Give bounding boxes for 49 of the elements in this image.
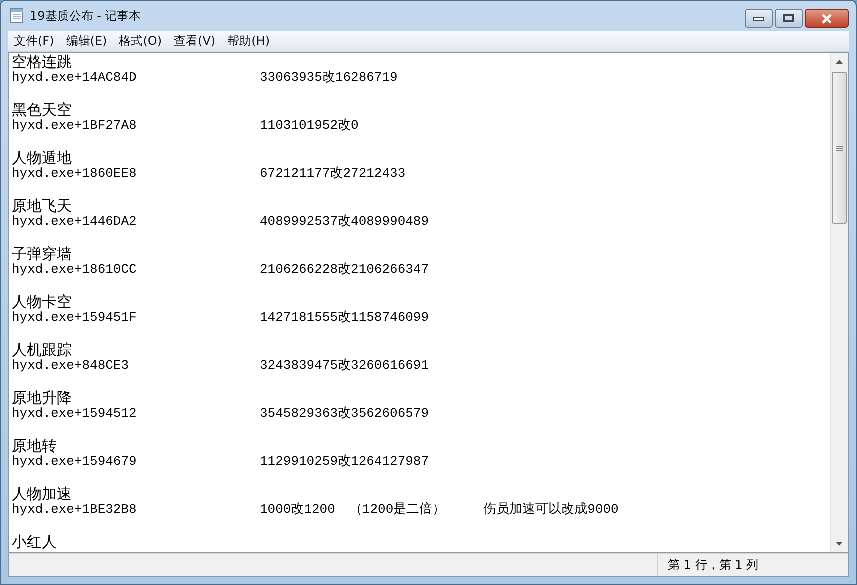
memory-address: hyxd.exe+1594512 bbox=[12, 406, 138, 422]
close-button[interactable] bbox=[805, 9, 849, 28]
value-change: 2106266228改2106266347 bbox=[260, 262, 430, 278]
value-change: 672121177改27212433 bbox=[260, 166, 406, 182]
maximize-button[interactable] bbox=[775, 9, 803, 28]
entry-title: 人物遁地 bbox=[12, 150, 72, 166]
menu-item[interactable]: 查看(V) bbox=[168, 32, 222, 50]
memory-address: hyxd.exe+1BE32B8 bbox=[12, 502, 138, 518]
value-change: 4089992537改4089990489 bbox=[260, 214, 430, 230]
memory-address: hyxd.exe+1BF27A8 bbox=[12, 118, 138, 134]
entry-title: 原地转 bbox=[12, 438, 57, 454]
entry-title: 原地飞天 bbox=[12, 198, 72, 214]
memory-address: hyxd.exe+1446DA2 bbox=[12, 214, 138, 230]
entry-title: 黑色天空 bbox=[12, 102, 72, 118]
entry-title: 人物加速 bbox=[12, 486, 72, 502]
memory-address: hyxd.exe+14AC84D bbox=[12, 70, 138, 86]
scroll-thumb[interactable] bbox=[832, 72, 847, 224]
entry-title: 原地升降 bbox=[12, 390, 72, 406]
memory-address: hyxd.exe+848CE3 bbox=[12, 358, 130, 374]
minimize-icon bbox=[753, 16, 765, 22]
close-icon bbox=[821, 14, 833, 24]
entry-title: 人物卡空 bbox=[12, 294, 72, 310]
window-title: 19基质公布 - 记事本 bbox=[30, 8, 142, 24]
note-text: （1200是二倍） bbox=[349, 502, 446, 518]
remark-text: 伤员加速可以改成9000 bbox=[484, 502, 619, 518]
value-change: 1129910259改1264127987 bbox=[260, 454, 430, 470]
memory-address: hyxd.exe+1594679 bbox=[12, 454, 138, 470]
entry-title: 空格连跳 bbox=[12, 54, 72, 70]
entry-title: 子弹穿墙 bbox=[12, 246, 72, 262]
memory-address: hyxd.exe+18610CC bbox=[12, 262, 138, 278]
memory-address: hyxd.exe+1860EE8 bbox=[12, 166, 138, 182]
value-change: 1427181555改1158746099 bbox=[260, 310, 430, 326]
menu-item[interactable]: 文件(F) bbox=[8, 32, 60, 50]
cursor-position: 第 1 行，第 1 列 bbox=[657, 554, 848, 576]
value-change: 33063935改16286719 bbox=[260, 70, 398, 86]
value-change: 1103101952改0 bbox=[260, 118, 359, 134]
value-change: 1000改1200 bbox=[260, 502, 336, 518]
entry-title: 小红人 bbox=[12, 534, 57, 550]
value-change: 3243839475改3260616691 bbox=[260, 358, 430, 374]
menu-item[interactable]: 编辑(E) bbox=[60, 32, 114, 50]
menu-item[interactable]: 格式(O) bbox=[113, 32, 168, 50]
minimize-button[interactable] bbox=[745, 9, 773, 28]
entry-title: 人机跟踪 bbox=[12, 342, 72, 358]
maximize-icon bbox=[783, 14, 795, 23]
memory-address: hyxd.exe+159451F bbox=[12, 310, 138, 326]
document-icon bbox=[10, 8, 24, 24]
menu-item[interactable]: 帮助(H) bbox=[222, 32, 276, 50]
value-change: 3545829363改3562606579 bbox=[260, 406, 430, 422]
vertical-scrollbar[interactable] bbox=[830, 53, 848, 552]
